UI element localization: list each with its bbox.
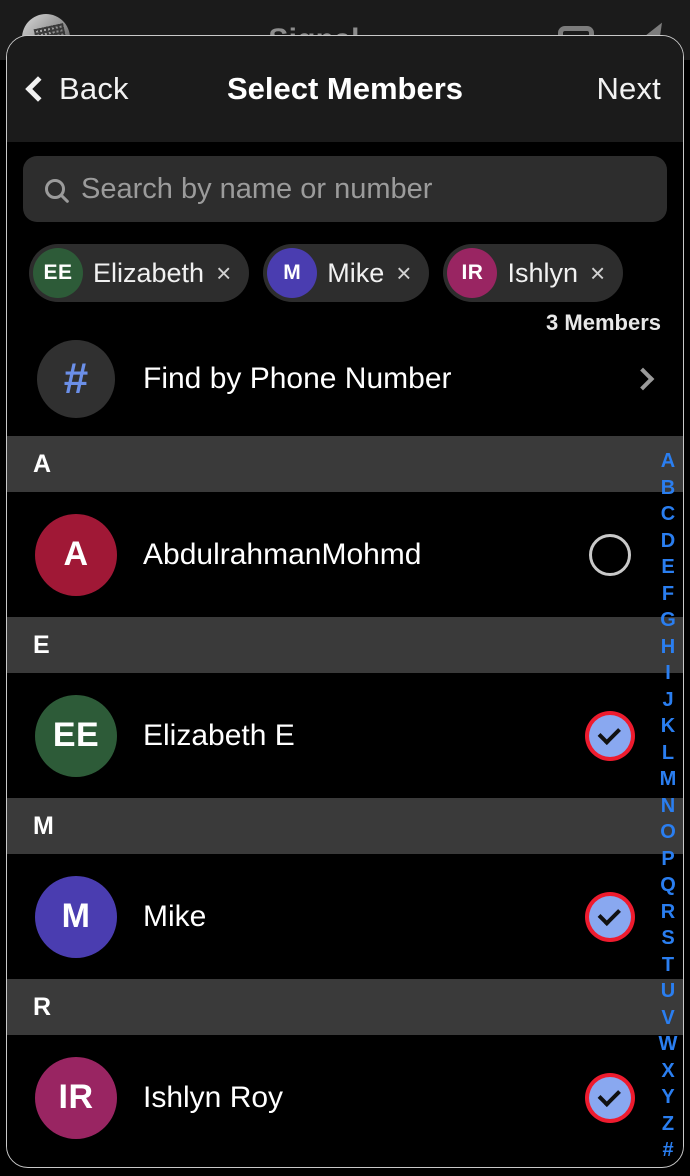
index-letter[interactable]: N xyxy=(661,793,675,820)
index-letter[interactable]: K xyxy=(661,713,675,740)
section-header: A xyxy=(7,436,683,492)
chevron-left-icon xyxy=(25,76,51,102)
back-button[interactable]: Back xyxy=(25,71,129,107)
index-letter[interactable]: # xyxy=(662,1137,673,1164)
checkbox-checked-icon[interactable] xyxy=(589,714,631,757)
index-letter[interactable]: H xyxy=(661,634,675,661)
contact-name: AbdulrahmanMohmd xyxy=(143,537,422,571)
avatar: EE xyxy=(35,694,117,777)
index-letter[interactable]: S xyxy=(661,925,674,952)
member-chip[interactable]: IR Ishlyn × xyxy=(443,244,624,302)
next-button[interactable]: Next xyxy=(596,71,665,107)
index-letter[interactable]: E xyxy=(661,554,674,581)
index-letter[interactable]: Z xyxy=(662,1111,674,1138)
member-chip-label: Mike xyxy=(327,257,385,288)
avatar: A xyxy=(35,513,117,596)
select-members-sheet: Back Select Members Next Search by name … xyxy=(6,35,684,1168)
find-by-phone-number-label: Find by Phone Number xyxy=(143,362,452,395)
avatar: EE xyxy=(33,248,83,298)
search-section: Search by name or number xyxy=(7,142,683,222)
section-header: M xyxy=(7,798,683,854)
contact-row[interactable]: A AbdulrahmanMohmd xyxy=(7,492,683,617)
index-letter[interactable]: Y xyxy=(661,1084,674,1111)
checkbox-checked-icon[interactable] xyxy=(589,895,631,938)
index-letter[interactable]: U xyxy=(661,978,675,1005)
search-icon xyxy=(45,179,65,199)
index-letter[interactable]: O xyxy=(660,819,676,846)
contact-list: A A AbdulrahmanMohmd E EE Elizabeth E M M Mike R I… xyxy=(7,436,683,1160)
alphabet-index-rail[interactable]: A B C D E F G H I J K L M N O P Q R S T U V W X Y Z # xyxy=(654,448,682,1164)
contact-name: Mike xyxy=(143,899,207,933)
close-x-icon[interactable]: × xyxy=(590,260,605,286)
index-letter[interactable]: A xyxy=(661,448,675,475)
member-chip-label: Elizabeth xyxy=(93,257,205,288)
avatar: IR xyxy=(447,248,498,298)
index-letter[interactable]: P xyxy=(661,846,674,873)
search-placeholder: Search by name or number xyxy=(81,172,433,205)
checkbox-checked-icon[interactable] xyxy=(589,1076,631,1119)
close-x-icon[interactable]: × xyxy=(396,260,411,286)
hash-icon: # xyxy=(37,340,115,418)
contact-name: Ishlyn Roy xyxy=(143,1080,284,1114)
index-letter[interactable]: M xyxy=(660,766,677,793)
index-letter[interactable]: B xyxy=(661,475,675,502)
section-header: E xyxy=(7,617,683,673)
members-count: 3 Members xyxy=(7,302,683,336)
search-input[interactable]: Search by name or number xyxy=(23,156,667,222)
navigation-bar: Back Select Members Next xyxy=(7,36,683,142)
avatar: M xyxy=(267,248,318,298)
index-letter[interactable]: W xyxy=(659,1031,678,1058)
index-letter[interactable]: D xyxy=(661,528,675,555)
contact-row[interactable]: IR Ishlyn Roy xyxy=(7,1035,683,1160)
index-letter[interactable]: L xyxy=(662,740,674,767)
index-letter[interactable]: G xyxy=(660,607,676,634)
app-screen: Signal Back Select Members Next Search b… xyxy=(0,0,690,1176)
checkbox-unchecked-icon[interactable] xyxy=(589,533,631,576)
back-button-label: Back xyxy=(59,71,129,106)
index-letter[interactable]: C xyxy=(661,501,675,528)
member-chip-label: Ishlyn xyxy=(507,257,579,288)
selected-members-chips: EE Elizabeth × M Mike × IR Ishlyn × xyxy=(7,222,683,302)
close-x-icon[interactable]: × xyxy=(216,260,231,286)
index-letter[interactable]: V xyxy=(661,1005,674,1032)
index-letter[interactable]: Q xyxy=(660,872,676,899)
avatar: M xyxy=(35,875,117,958)
index-letter[interactable]: I xyxy=(665,660,671,687)
member-chip[interactable]: M Mike × xyxy=(263,244,430,302)
find-by-phone-number-row[interactable]: # Find by Phone Number xyxy=(7,336,683,436)
section-header: R xyxy=(7,979,683,1035)
chevron-right-icon xyxy=(631,367,655,391)
index-letter[interactable]: T xyxy=(662,952,674,979)
index-letter[interactable]: F xyxy=(662,581,674,608)
contact-row[interactable]: M Mike xyxy=(7,854,683,979)
avatar: IR xyxy=(35,1056,117,1139)
index-letter[interactable]: R xyxy=(661,899,675,926)
contact-row[interactable]: EE Elizabeth E xyxy=(7,673,683,798)
contact-name: Elizabeth E xyxy=(143,718,295,752)
member-chip[interactable]: EE Elizabeth × xyxy=(29,244,250,302)
index-letter[interactable]: X xyxy=(661,1058,674,1085)
index-letter[interactable]: J xyxy=(662,687,673,714)
